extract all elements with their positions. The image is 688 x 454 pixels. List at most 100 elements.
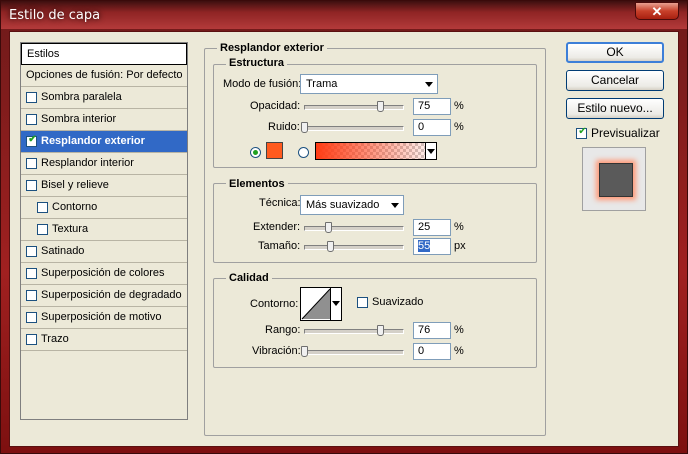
noise-value: 0: [418, 121, 425, 133]
style-item-outer-glow[interactable]: ✔ Resplandor exterior: [21, 131, 187, 153]
ok-button[interactable]: OK: [566, 42, 664, 63]
jitter-unit: %: [454, 345, 464, 357]
style-item-label: Sombra paralela: [41, 91, 122, 103]
style-checkbox[interactable]: [26, 290, 37, 301]
technique-label: Técnica:: [259, 197, 301, 209]
style-item-gradient-overlay[interactable]: Superposición de degradado: [21, 285, 187, 307]
style-item-label: Bisel y relieve: [41, 179, 109, 191]
layer-style-window: Estilo de capa ✕ Estilos Opciones de fus…: [0, 0, 688, 454]
spread-input[interactable]: 25: [413, 219, 451, 236]
style-item-contour[interactable]: Contorno: [21, 197, 187, 219]
spread-slider-thumb[interactable]: [325, 222, 332, 233]
noise-label: Ruido:: [268, 121, 300, 133]
cancel-button[interactable]: Cancelar: [566, 70, 664, 91]
style-item-label: Satinado: [41, 245, 85, 257]
spread-value: 25: [418, 221, 431, 233]
glow-gradient-picker[interactable]: [315, 142, 437, 160]
style-item-bevel-emboss[interactable]: Bisel y relieve: [21, 175, 187, 197]
jitter-slider[interactable]: [304, 350, 404, 355]
jitter-input[interactable]: 0: [413, 343, 451, 360]
style-item-stroke[interactable]: Trazo: [21, 329, 187, 351]
size-label: Tamaño:: [258, 240, 301, 252]
preview-checkbox[interactable]: ✔: [576, 126, 587, 139]
technique-select[interactable]: Más suavizado: [300, 195, 404, 215]
style-item-drop-shadow[interactable]: Sombra paralela: [21, 87, 187, 109]
window-title: Estilo de capa: [9, 8, 101, 23]
antialiased-checkbox[interactable]: [357, 297, 368, 308]
range-slider[interactable]: [304, 329, 404, 334]
styles-list: Estilos Opciones de fusión: Por defecto …: [20, 42, 188, 420]
style-checkbox[interactable]: [26, 92, 37, 103]
blend-mode-label: Modo de fusión:: [223, 78, 302, 90]
style-item-label: Sombra interior: [41, 113, 117, 125]
style-checkbox[interactable]: [26, 246, 37, 257]
contour-label: Contorno:: [250, 298, 299, 310]
style-checkbox[interactable]: [37, 224, 48, 235]
elements-title: Elementos: [226, 178, 288, 190]
noise-slider[interactable]: [304, 126, 404, 131]
solid-color-radio[interactable]: [250, 147, 261, 158]
style-item-label: Resplandor interior: [41, 157, 134, 169]
chevron-down-icon: [427, 149, 435, 154]
range-input[interactable]: 76: [413, 322, 451, 339]
range-slider-thumb[interactable]: [377, 325, 384, 336]
style-checkbox[interactable]: ✔: [26, 134, 37, 147]
style-checkbox[interactable]: [37, 202, 48, 213]
size-slider[interactable]: [304, 245, 404, 250]
gradient-radio[interactable]: [298, 147, 309, 158]
noise-unit: %: [454, 121, 464, 133]
opacity-label: Opacidad:: [250, 100, 301, 112]
noise-input[interactable]: 0: [413, 119, 451, 136]
new-style-button[interactable]: Estilo nuevo...: [566, 98, 664, 119]
style-checkbox[interactable]: [26, 180, 37, 191]
opacity-slider-thumb[interactable]: [377, 101, 384, 112]
style-item-satin[interactable]: Satinado: [21, 241, 187, 263]
style-item-label: Superposición de colores: [41, 267, 165, 279]
blend-options-label: Opciones de fusión: Por defecto: [26, 69, 183, 81]
style-item-color-overlay[interactable]: Superposición de colores: [21, 263, 187, 285]
jitter-label: Vibración:: [252, 345, 301, 357]
style-item-pattern-overlay[interactable]: Superposición de motivo: [21, 307, 187, 329]
quality-title: Calidad: [226, 272, 272, 284]
style-item-label: Contorno: [52, 201, 98, 213]
outer-glow-title: Resplandor exterior: [217, 42, 327, 54]
blend-options-item[interactable]: Opciones de fusión: Por defecto: [21, 65, 187, 87]
chevron-down-icon: [332, 301, 340, 306]
opacity-slider[interactable]: [304, 105, 404, 110]
style-item-inner-glow[interactable]: Resplandor interior: [21, 153, 187, 175]
close-icon: ✕: [651, 4, 663, 19]
size-unit: px: [454, 240, 466, 252]
glow-color-swatch[interactable]: [266, 142, 283, 159]
style-item-label: Textura: [52, 223, 89, 235]
style-checkbox[interactable]: [26, 268, 37, 279]
style-checkbox[interactable]: [26, 158, 37, 169]
style-item-texture[interactable]: Textura: [21, 219, 187, 241]
blend-mode-select[interactable]: Trama: [300, 74, 438, 94]
noise-slider-thumb[interactable]: [301, 122, 308, 133]
spread-slider[interactable]: [304, 226, 404, 231]
style-checkbox[interactable]: [26, 334, 37, 345]
opacity-unit: %: [454, 100, 464, 112]
style-item-label: Trazo: [41, 333, 69, 345]
dialog-client: Estilos Opciones de fusión: Por defecto …: [9, 31, 679, 447]
opacity-input[interactable]: 75: [413, 98, 451, 115]
style-checkbox[interactable]: [26, 114, 37, 125]
style-item-inner-shadow[interactable]: Sombra interior: [21, 109, 187, 131]
contour-picker[interactable]: [300, 287, 342, 321]
blend-mode-value: Trama: [306, 78, 338, 90]
style-item-label: Superposición de degradado: [41, 289, 182, 301]
styles-header[interactable]: Estilos: [21, 43, 187, 65]
check-icon: ✔: [578, 126, 587, 137]
structure-title: Estructura: [226, 57, 288, 69]
size-slider-thumb[interactable]: [327, 241, 334, 252]
style-item-label: Superposición de motivo: [41, 311, 162, 323]
jitter-slider-thumb[interactable]: [301, 346, 308, 357]
contour-curve-icon: [301, 288, 331, 320]
close-button[interactable]: ✕: [635, 2, 679, 20]
technique-value: Más suavizado: [306, 199, 380, 211]
title-bar[interactable]: Estilo de capa ✕: [1, 1, 687, 29]
style-checkbox[interactable]: [26, 312, 37, 323]
preview-label: Previsualizar: [591, 126, 660, 140]
preview-swatch: [599, 163, 633, 197]
size-input[interactable]: 55: [413, 238, 451, 255]
